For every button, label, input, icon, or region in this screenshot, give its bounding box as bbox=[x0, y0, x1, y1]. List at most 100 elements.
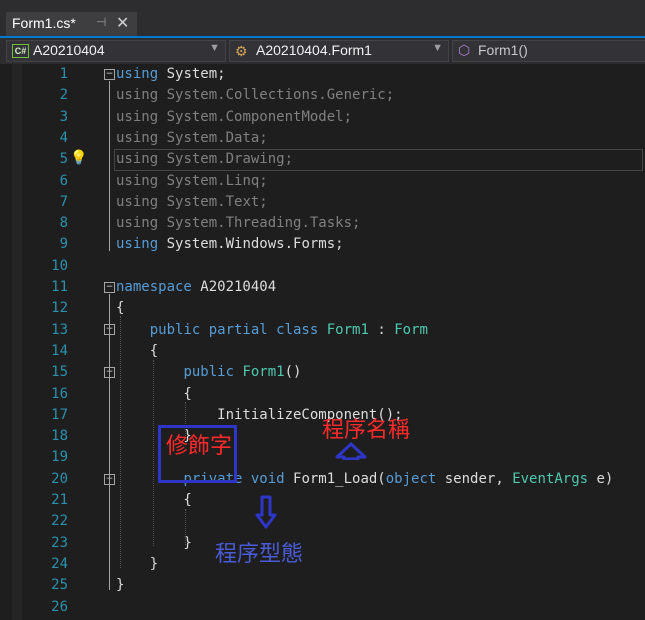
code-token: using bbox=[116, 172, 159, 189]
code-line[interactable]: 11 namespace A20210404 bbox=[0, 277, 645, 298]
line-number: 16 bbox=[51, 385, 68, 402]
code-token: namespace bbox=[116, 279, 192, 295]
line-number: 5 bbox=[59, 151, 68, 168]
code-token: e) bbox=[588, 470, 614, 487]
code-token: using bbox=[116, 215, 159, 232]
indent-guide bbox=[153, 360, 154, 546]
collapse-icon[interactable]: − bbox=[104, 69, 115, 80]
pin-icon[interactable]: ⊣ bbox=[96, 15, 106, 29]
type-dropdown-label: A20210404.Form1 bbox=[256, 42, 372, 58]
line-number: 12 bbox=[51, 300, 68, 317]
code-line[interactable]: 22 bbox=[0, 511, 645, 532]
member-dropdown-label: Form1() bbox=[478, 42, 528, 58]
code-line[interactable]: 3 using System.ComponentModel; bbox=[0, 107, 645, 128]
code-token: } bbox=[116, 555, 159, 572]
line-number: 14 bbox=[51, 342, 68, 359]
code-text: public Form1() bbox=[116, 362, 301, 383]
code-line[interactable]: 2 using System.Collections.Generic; bbox=[0, 85, 645, 106]
code-line[interactable]: 20 private void Form1_Load(object sender… bbox=[0, 469, 645, 490]
code-line[interactable]: 7 using System.Text; bbox=[0, 192, 645, 213]
code-line[interactable]: 9 using System.Windows.Forms; bbox=[0, 234, 645, 255]
code-token: EventArgs bbox=[512, 470, 589, 487]
code-token: Form1 bbox=[242, 364, 285, 381]
code-line[interactable]: 1 using System; bbox=[0, 64, 645, 85]
navigation-bar: C# A20210404 ▼ ⚙ A20210404.Form1 ▼ ⬡ For… bbox=[0, 38, 645, 65]
code-line[interactable]: 24 } bbox=[0, 554, 645, 575]
code-text: using System.Threading.Tasks; bbox=[116, 213, 360, 234]
project-dropdown[interactable]: C# A20210404 ▼ bbox=[6, 40, 226, 62]
member-dropdown[interactable]: ⬡ Form1() bbox=[452, 40, 645, 62]
code-line[interactable]: 26 bbox=[0, 597, 645, 618]
code-token: } bbox=[116, 577, 125, 594]
tab-form1-cs[interactable]: Form1.cs* ⊣ ✕ bbox=[6, 12, 137, 36]
code-text: using System.Windows.Forms; bbox=[116, 234, 344, 255]
line-number: 6 bbox=[59, 172, 68, 189]
code-token: object bbox=[385, 470, 437, 487]
type-dropdown[interactable]: ⚙ A20210404.Form1 ▼ bbox=[229, 40, 449, 62]
code-token: Form1 bbox=[326, 321, 369, 338]
project-dropdown-label: A20210404 bbox=[33, 42, 105, 58]
code-token: () bbox=[284, 364, 302, 381]
code-token: using bbox=[116, 129, 159, 146]
code-token: Form bbox=[394, 321, 428, 338]
code-text: using System.Data; bbox=[116, 128, 268, 149]
code-token: System.Collections.Generic; bbox=[158, 87, 395, 104]
code-line[interactable]: 10 bbox=[0, 256, 645, 277]
line-number: 17 bbox=[51, 406, 68, 423]
code-token: sender, bbox=[436, 470, 513, 487]
annotation-return-type: 程序型態 bbox=[215, 542, 304, 567]
code-text: } bbox=[116, 554, 158, 575]
code-line[interactable]: 19 bbox=[0, 447, 645, 468]
code-text: { bbox=[116, 341, 158, 362]
code-editor[interactable]: 1 using System; 2 using System.Collections.… bbox=[0, 64, 645, 620]
indent-guide bbox=[120, 316, 121, 568]
code-token: System.ComponentModel; bbox=[158, 108, 353, 125]
code-line[interactable]: 8 using System.Threading.Tasks; bbox=[0, 213, 645, 234]
code-text: using System.Text; bbox=[116, 192, 268, 213]
line-number: 20 bbox=[51, 470, 68, 487]
code-token: { bbox=[116, 300, 125, 317]
code-line[interactable]: 23 } bbox=[0, 533, 645, 554]
code-line[interactable]: 21 { bbox=[0, 490, 645, 511]
code-token: : bbox=[368, 321, 395, 338]
code-line[interactable]: 14 { bbox=[0, 341, 645, 362]
line-number: 7 bbox=[59, 193, 68, 210]
tab-title: Form1.cs* bbox=[12, 15, 76, 31]
code-line[interactable]: 25} bbox=[0, 575, 645, 596]
code-token: System.Threading.Tasks; bbox=[158, 215, 361, 232]
code-line[interactable]: 16 { bbox=[0, 384, 645, 405]
code-token: A20210404 bbox=[191, 279, 277, 295]
line-number: 24 bbox=[51, 555, 68, 572]
line-number: 25 bbox=[51, 577, 68, 594]
line-number: 2 bbox=[59, 87, 68, 104]
code-text: public partial class Form1 : Form bbox=[116, 320, 428, 341]
lightbulb-icon[interactable]: 💡 bbox=[70, 150, 87, 166]
collapse-icon[interactable]: − bbox=[104, 282, 115, 293]
code-text: namespace A20210404 bbox=[116, 277, 276, 298]
line-number: 11 bbox=[51, 279, 68, 295]
code-token: using bbox=[116, 236, 159, 253]
close-icon[interactable]: ✕ bbox=[116, 13, 129, 33]
code-line[interactable]: 4 using System.Data; bbox=[0, 128, 645, 149]
fold-region-line bbox=[109, 81, 110, 251]
line-number: 8 bbox=[59, 215, 68, 232]
arrow-up-icon bbox=[335, 442, 367, 460]
code-line[interactable]: 13 public partial class Form1 : Form bbox=[0, 320, 645, 341]
code-line[interactable]: 6 using System.Linq; bbox=[0, 171, 645, 192]
line-number: 4 bbox=[59, 129, 68, 146]
code-text: using System; bbox=[116, 64, 226, 85]
code-line[interactable]: 15 public Form1() bbox=[0, 362, 645, 383]
indent-guide bbox=[185, 509, 186, 545]
line-number: 23 bbox=[51, 534, 68, 551]
code-token: using bbox=[116, 87, 159, 104]
line-number: 18 bbox=[51, 428, 68, 445]
code-line[interactable]: 12 { bbox=[0, 298, 645, 319]
chevron-down-icon: ▼ bbox=[209, 42, 220, 54]
chevron-down-icon: ▼ bbox=[432, 42, 443, 54]
code-text: } bbox=[116, 575, 124, 596]
code-token: public bbox=[183, 364, 235, 381]
annotation-modifier: 修飾字 bbox=[166, 434, 233, 459]
line-number: 13 bbox=[51, 321, 68, 338]
